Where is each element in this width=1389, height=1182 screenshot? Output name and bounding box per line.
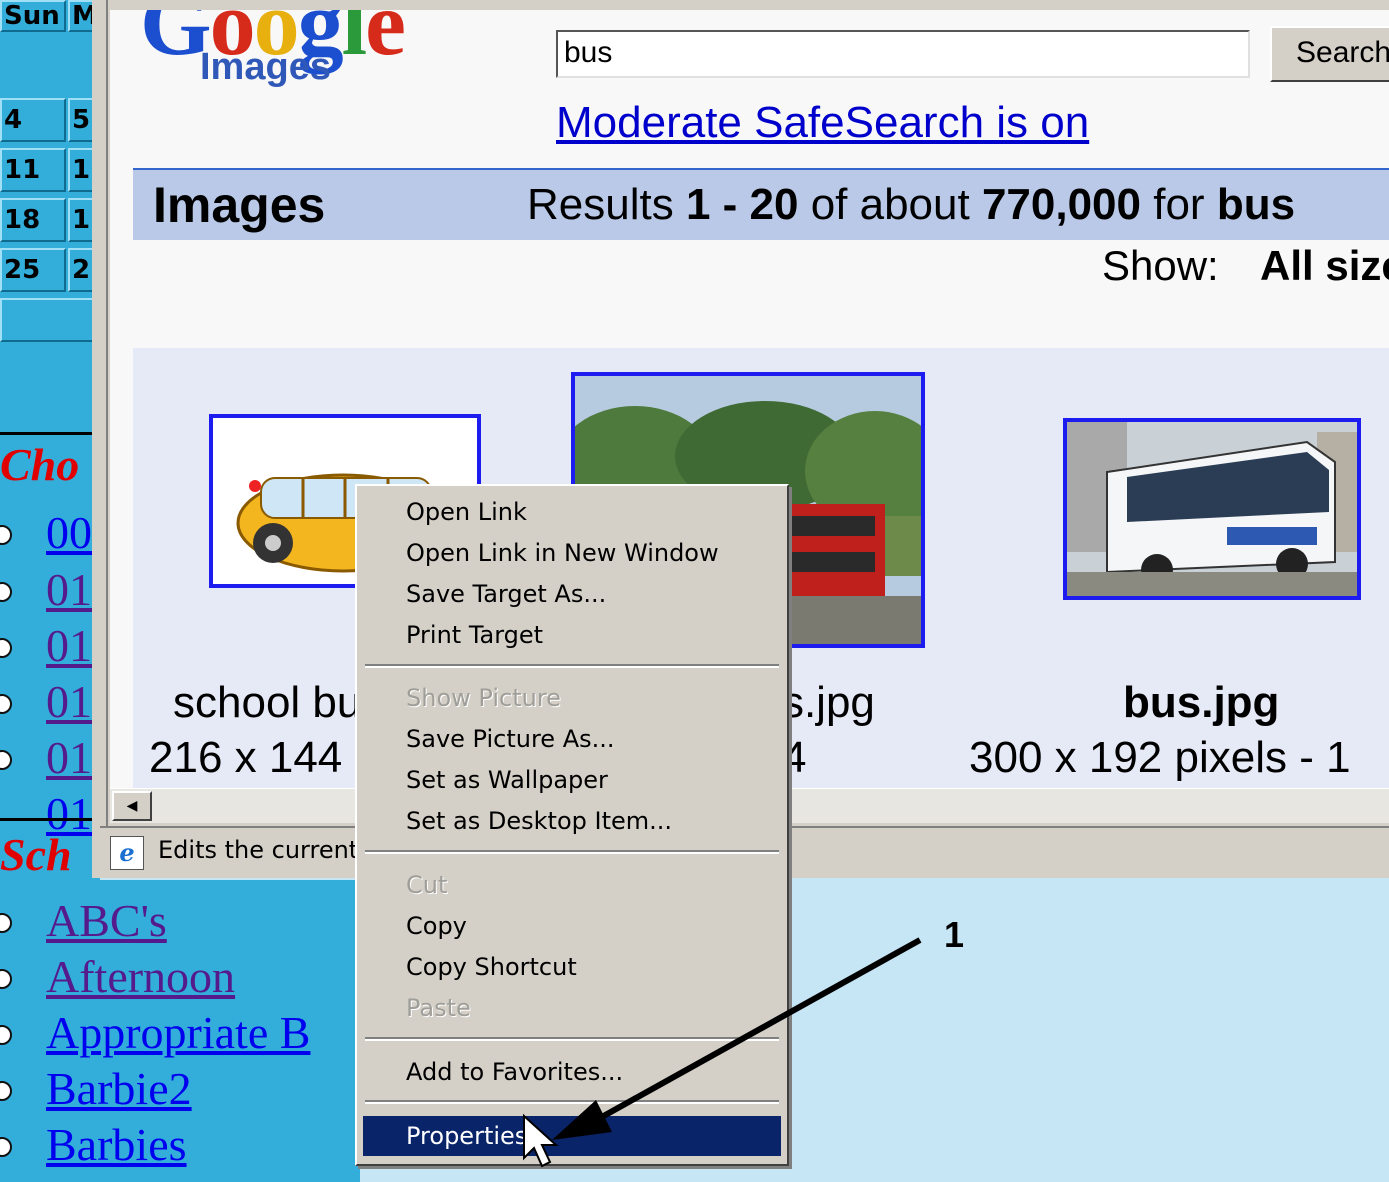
mouse-cursor-icon bbox=[523, 1113, 559, 1168]
annotation-step-label: 1 bbox=[944, 914, 965, 955]
annotation-overlay bbox=[523, 937, 922, 1168]
annotation-arrowhead-icon bbox=[552, 1100, 612, 1140]
annotation-arrow-line bbox=[598, 937, 922, 1121]
